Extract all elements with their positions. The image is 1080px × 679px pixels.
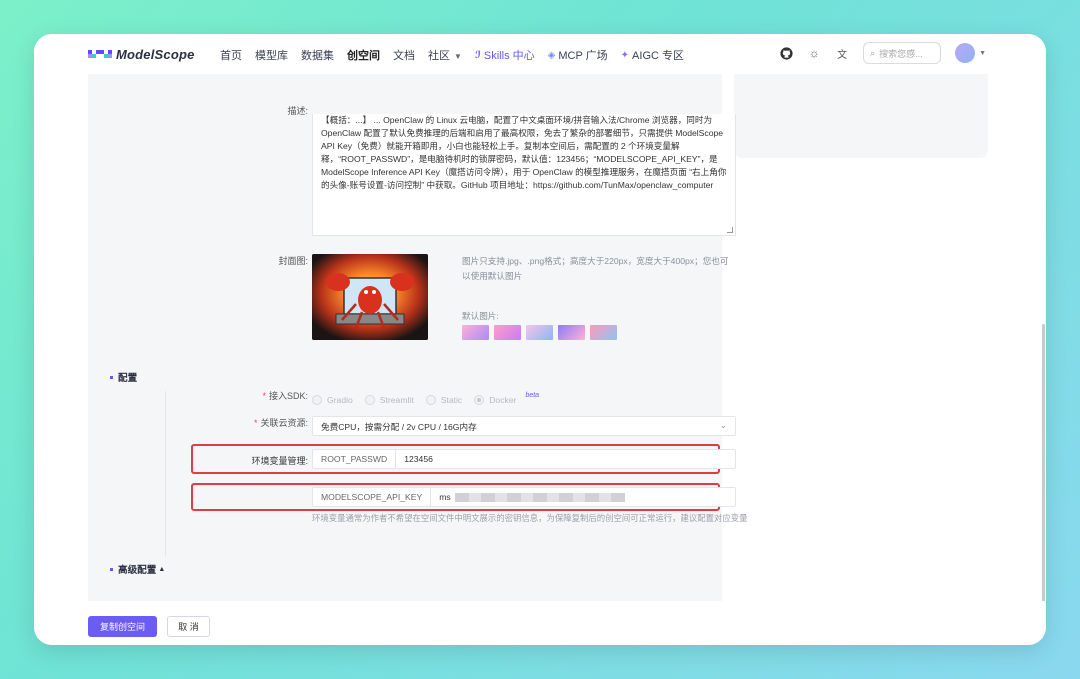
resource-select-value: 免费CPU，按需分配 / 2v CPU / 16G内存 <box>321 422 477 432</box>
default-image-5[interactable] <box>590 325 617 340</box>
default-image-1[interactable] <box>462 325 489 340</box>
sdk-radio-group: Gradio Streamlit Static Docker beta <box>312 391 540 405</box>
resource-label-text: 关联云资源: <box>260 418 308 428</box>
resource-select[interactable]: 免费CPU，按需分配 / 2v CPU / 16G内存 ⌄ <box>312 416 736 436</box>
resize-handle-icon[interactable] <box>727 227 733 233</box>
logo-text: ModelScope <box>116 46 195 62</box>
radio-docker-label: Docker <box>489 395 517 405</box>
sdk-label-text: 接入SDK: <box>268 391 308 401</box>
nav-models[interactable]: 模型库 <box>255 47 288 63</box>
nav-aigc[interactable]: ✦ AIGC 专区 <box>621 47 684 63</box>
radio-dot-checked <box>474 395 485 405</box>
radio-streamlit[interactable]: Streamlit <box>364 395 414 405</box>
sdk-label: * 接入SDK: <box>262 391 308 401</box>
masked-value <box>454 493 625 503</box>
nav-datasets[interactable]: 数据集 <box>301 47 334 63</box>
logo-icon <box>88 50 112 58</box>
bullet-icon <box>110 567 113 571</box>
chevron-down-icon: ⌄ <box>719 420 727 430</box>
cover-hint: 图片只支持.jpg、.png格式；高度大于220px，宽度大于400px；您也可… <box>462 256 729 281</box>
advanced-section-title[interactable]: 高级配置 ▲ <box>110 562 165 576</box>
chevron-down-icon: ▼ <box>454 52 462 61</box>
scrollbar[interactable] <box>1040 74 1046 641</box>
modelscope-logo[interactable]: ModelScope <box>88 46 195 62</box>
mcp-icon: ◈ <box>547 49 556 61</box>
nav-home[interactable]: 首页 <box>220 47 242 63</box>
nav-community-label: 社区 <box>428 50 450 62</box>
header-tools: ☼ 文 ⌕ 搜索您感... ▼ <box>779 42 986 64</box>
beta-badge: beta <box>525 391 540 399</box>
sparkle-icon: ✦ <box>620 49 630 61</box>
nav-studios[interactable]: 创空间 <box>347 47 380 63</box>
github-icon[interactable] <box>779 46 793 60</box>
default-image-list <box>462 325 617 340</box>
radio-dot <box>425 395 436 405</box>
radio-static[interactable]: Static <box>425 395 463 405</box>
skills-icon: ℐ <box>474 49 481 61</box>
section-divider <box>165 391 166 556</box>
radio-gradio-label: Gradio <box>327 395 353 405</box>
scrollbar-thumb[interactable] <box>1042 324 1045 624</box>
env-var-row-2: MODELSCOPE_API_KEY ms <box>312 487 736 507</box>
description-textarea[interactable]: 【概括：...】 ... OpenClaw 的 Linux 云电脑，配置了中文桌… <box>312 114 736 236</box>
chevron-down-icon[interactable]: ▼ <box>979 50 986 57</box>
bullet-icon <box>110 375 113 379</box>
browser-window: ModelScope 首页 模型库 数据集 创空间 文档 社区 ▼ ℐ Skill… <box>34 34 1046 645</box>
env-value-input[interactable]: ms <box>431 488 632 506</box>
search-icon: ⌕ <box>870 47 876 58</box>
resource-label: * 关联云资源: <box>253 418 308 428</box>
env-label: 环境变量管理: <box>251 456 308 466</box>
cover-label: 封面图: <box>278 256 308 266</box>
cover-lobster-image <box>312 254 428 340</box>
top-navigation: ModelScope 首页 模型库 数据集 创空间 文档 社区 ▼ ℐ Skill… <box>34 34 1046 74</box>
description-label: 描述: <box>287 106 308 116</box>
default-image-2[interactable] <box>494 325 521 340</box>
caret-up-icon: ▲ <box>158 565 166 573</box>
env-key-input[interactable]: MODELSCOPE_API_KEY <box>313 488 432 506</box>
default-images-label: 默认图片: <box>462 311 499 321</box>
nav-docs[interactable]: 文档 <box>393 47 415 63</box>
cover-image[interactable] <box>312 254 428 340</box>
radio-dot <box>364 395 375 405</box>
nav-mcp-label: MCP 广场 <box>558 50 608 62</box>
avatar[interactable] <box>955 43 976 63</box>
config-section-title: 配置 <box>110 370 137 384</box>
nav-skills-label: Skills 中心 <box>483 50 535 62</box>
radio-gradio[interactable]: Gradio <box>312 395 353 405</box>
default-image-3[interactable] <box>526 325 553 340</box>
env-key-input[interactable]: ROOT_PASSWD <box>313 450 397 468</box>
config-section-label: 配置 <box>118 373 138 384</box>
language-icon[interactable]: 文 <box>835 46 849 61</box>
nav-aigc-label: AIGC 专区 <box>632 50 684 62</box>
search-placeholder: 搜索您感... <box>879 48 923 59</box>
env-value-input[interactable]: 123456 <box>396 450 441 468</box>
env-var-row-1: ROOT_PASSWD 123456 <box>312 449 736 469</box>
nav-skills[interactable]: ℐ Skills 中心 <box>475 47 535 63</box>
description-text: 【概括：...】 ... OpenClaw 的 Linux 云电脑，配置了中文桌… <box>321 115 727 190</box>
env-note: 环境变量通常为作者不希望在空间文件中明文展示的密钥信息，为保障复制后的创空间可正… <box>312 513 748 523</box>
cancel-button[interactable]: 取 消 <box>167 616 210 637</box>
radio-static-label: Static <box>440 395 463 405</box>
copy-studio-button[interactable]: 复制创空间 <box>88 616 157 637</box>
form-panel: 描述: 【概括：...】 ... OpenClaw 的 Linux 云电脑，配置… <box>88 74 748 601</box>
nav-community[interactable]: 社区 ▼ <box>428 47 462 63</box>
radio-dot <box>312 395 322 405</box>
radio-docker[interactable]: Docker <box>474 395 516 405</box>
search-input[interactable]: ⌕ 搜索您感... <box>863 42 942 64</box>
radio-streamlit-label: Streamlit <box>379 395 414 405</box>
theme-toggle-icon[interactable]: ☼ <box>807 46 821 60</box>
main-nav: 首页 模型库 数据集 创空间 文档 社区 ▼ ℐ Skills 中心 ◈ MCP … <box>220 47 697 63</box>
advanced-section-label: 高级配置 <box>118 565 157 576</box>
nav-mcp[interactable]: ◈ MCP 广场 <box>548 47 608 63</box>
side-panel <box>734 74 988 158</box>
default-image-4[interactable] <box>558 325 585 340</box>
env-value-text: ms <box>439 492 451 502</box>
